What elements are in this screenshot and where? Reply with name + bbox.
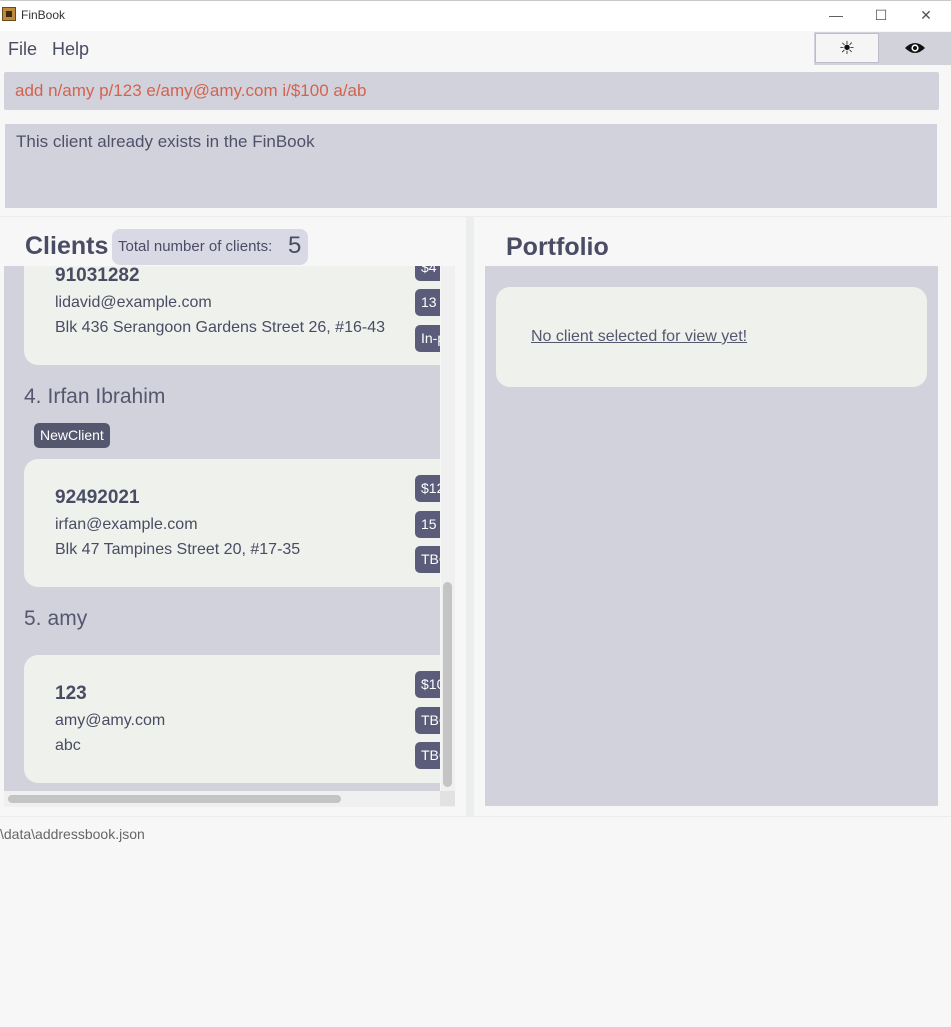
client-tag: In-p: [415, 325, 440, 352]
client-name-row[interactable]: 4. Irfan Ibrahim: [24, 385, 165, 409]
menu-bar: [0, 31, 951, 66]
status-bar-path: \data\addressbook.json: [0, 826, 145, 842]
client-email: lidavid@example.com: [55, 294, 212, 311]
client-card[interactable]: 92492021 irfan@example.com Blk 47 Tampin…: [24, 459, 440, 587]
client-address: Blk 436 Serangoon Gardens Street 26, #16…: [55, 319, 385, 336]
client-tag: $10: [415, 671, 440, 698]
client-index: 4.: [24, 385, 42, 408]
minimize-button[interactable]: —: [826, 6, 846, 24]
dark-theme-button[interactable]: [882, 33, 948, 63]
client-list[interactable]: 91031282 lidavid@example.com Blk 436 Ser…: [4, 266, 440, 791]
total-clients-label: Total number of clients:: [118, 238, 273, 255]
result-display: This client already exists in the FinBoo…: [5, 124, 937, 208]
menu-file[interactable]: File: [8, 39, 37, 60]
clients-title: Clients: [25, 232, 109, 260]
divider: [0, 816, 951, 817]
client-address: abc: [55, 737, 81, 754]
total-clients-count: 5: [288, 232, 302, 259]
client-card[interactable]: 91031282 lidavid@example.com Blk 436 Ser…: [24, 266, 440, 365]
portfolio-title: Portfolio: [506, 233, 609, 261]
vertical-scroll-thumb[interactable]: [443, 582, 452, 787]
client-tag: 15: [415, 511, 440, 538]
eye-icon: [905, 43, 925, 53]
total-clients-badge: Total number of clients:: [112, 229, 308, 265]
client-tag: 13: [415, 289, 440, 316]
client-email: irfan@example.com: [55, 516, 198, 533]
client-name: Irfan Ibrahim: [47, 385, 166, 408]
scroll-corner: [440, 791, 455, 806]
sun-icon: ☀: [838, 38, 856, 58]
client-name: amy: [47, 607, 88, 630]
divider: [0, 216, 951, 217]
client-phone: 92492021: [55, 487, 140, 508]
client-email: amy@amy.com: [55, 712, 166, 729]
client-tag: TBC: [415, 742, 440, 769]
close-button[interactable]: ✕: [916, 6, 936, 24]
client-name-row[interactable]: 5. amy: [24, 607, 87, 631]
client-tag: TBC: [415, 707, 440, 734]
app-logo-icon: [2, 7, 16, 21]
panel-splitter[interactable]: [466, 216, 474, 816]
client-phone: 91031282: [55, 266, 140, 286]
horizontal-scroll-thumb[interactable]: [8, 795, 341, 803]
client-index: 5.: [24, 607, 42, 630]
command-input[interactable]: add n/amy p/123 e/amy@amy.com i/$100 a/a…: [4, 72, 939, 110]
client-address: Blk 47 Tampines Street 20, #17-35: [55, 541, 301, 558]
client-card[interactable]: 123 amy@amy.com abc: [24, 655, 440, 783]
maximize-button[interactable]: ☐: [871, 6, 891, 24]
client-phone: 123: [55, 683, 87, 704]
client-label-chip: NewClient: [34, 423, 110, 448]
light-theme-button[interactable]: ☀: [815, 33, 879, 63]
portfolio-empty-message: No client selected for view yet!: [531, 328, 748, 345]
client-tag: TBC: [415, 546, 440, 573]
window-title: FinBook: [21, 8, 66, 22]
client-tag: $12: [415, 475, 440, 502]
menu-help[interactable]: Help: [52, 39, 89, 60]
title-bar: [0, 0, 951, 31]
client-tag: $4: [415, 266, 440, 281]
